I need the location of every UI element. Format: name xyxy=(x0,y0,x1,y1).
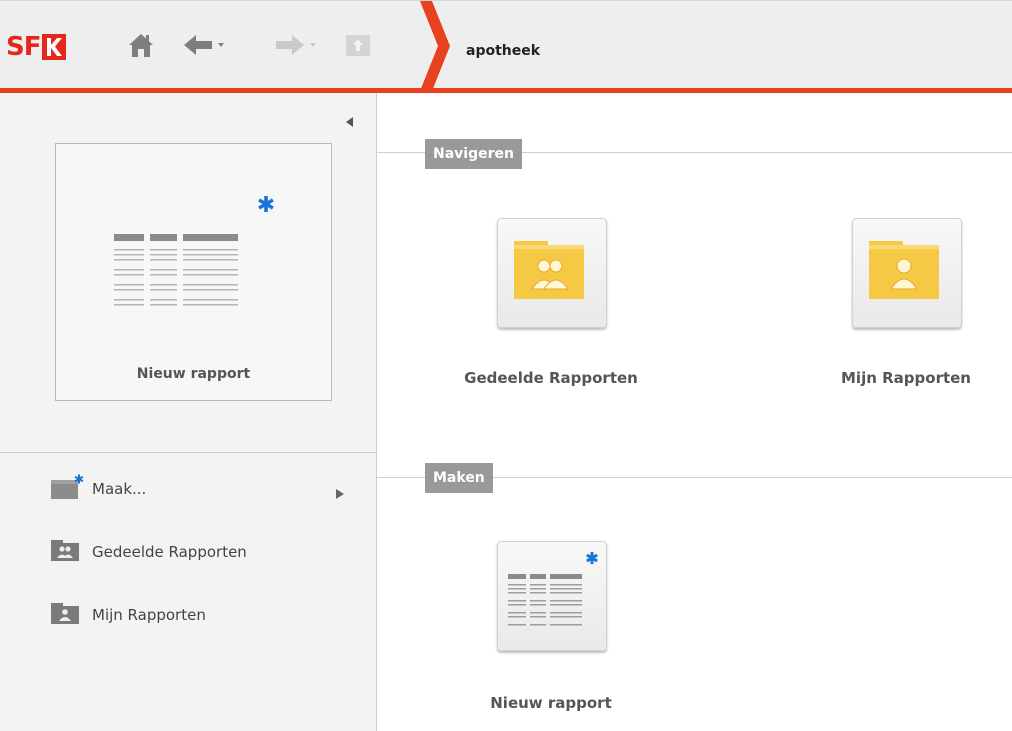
tile-new-report-label: Nieuw rapport xyxy=(490,694,612,712)
logo-text: SF xyxy=(6,32,41,62)
my-folder-icon xyxy=(869,241,939,299)
breadcrumb-current[interactable]: apotheek xyxy=(466,43,540,59)
tile-shared-reports-label: Gedeelde Rapporten xyxy=(464,369,638,387)
forward-button[interactable] xyxy=(272,31,322,63)
back-button[interactable] xyxy=(180,31,230,63)
new-report-icon xyxy=(50,474,84,504)
section-title-maken: Maken xyxy=(425,463,493,493)
sidebar-item-label: Maak... xyxy=(92,480,147,498)
sidebar-item-shared-reports[interactable]: Gedeelde Rapporten xyxy=(50,539,360,565)
breadcrumb-separator xyxy=(418,1,452,91)
collapse-panel-icon[interactable] xyxy=(345,112,355,127)
home-icon xyxy=(124,30,158,64)
top-toolbar: SF apotheek xyxy=(0,0,1012,91)
submenu-arrow-icon xyxy=(335,484,345,499)
sidebar-item-label: Mijn Rapporten xyxy=(92,606,206,624)
new-report-icon xyxy=(508,552,598,626)
tile-new-report[interactable] xyxy=(497,541,607,651)
shared-folder-icon xyxy=(50,537,84,567)
new-report-card-label: Nieuw rapport xyxy=(136,366,251,382)
up-folder-icon xyxy=(343,30,373,64)
shared-folder-icon xyxy=(514,241,584,299)
sidebar-item-label: Gedeelde Rapporten xyxy=(92,543,247,561)
forward-arrow-icon xyxy=(272,30,322,64)
logo-k-mark xyxy=(41,34,66,60)
left-panel-divider xyxy=(0,452,376,453)
my-folder-icon xyxy=(50,600,84,630)
up-folder-button[interactable] xyxy=(343,31,373,63)
tile-my-reports[interactable] xyxy=(852,218,962,328)
new-report-icon xyxy=(114,196,274,306)
home-button[interactable] xyxy=(124,31,158,63)
sidebar-item-my-reports[interactable]: Mijn Rapporten xyxy=(50,602,360,628)
sidebar-item-maak[interactable]: Maak... xyxy=(50,474,360,504)
tile-my-reports-label: Mijn Rapporten xyxy=(841,369,971,387)
new-report-card[interactable]: Nieuw rapport xyxy=(55,143,332,401)
tile-shared-reports[interactable] xyxy=(497,218,607,328)
section-title-navigeren: Navigeren xyxy=(425,139,522,169)
back-arrow-icon xyxy=(180,30,230,64)
sfk-logo: SF xyxy=(6,32,66,62)
